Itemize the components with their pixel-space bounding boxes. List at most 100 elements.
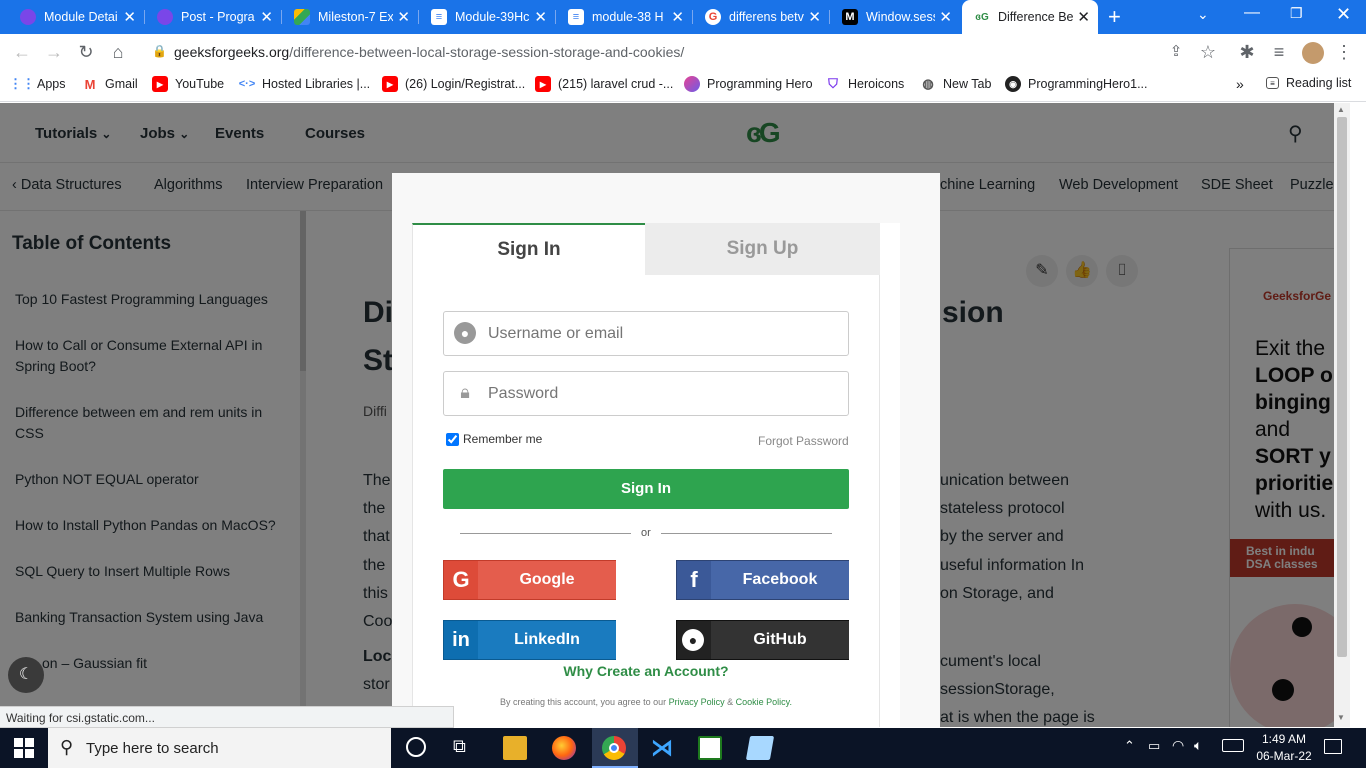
terms-text: By creating this account, you agree to o…	[500, 697, 792, 707]
extensions-icon[interactable]: ✱	[1235, 42, 1259, 62]
share-icon[interactable]: ⇪	[1164, 42, 1188, 62]
taskbar-clock[interactable]: 1:49 AM 06-Mar-22	[1252, 731, 1316, 765]
scroll-up-arrow-icon[interactable]: ▲	[1337, 105, 1345, 114]
more-bookmarks-icon[interactable]: »	[1236, 76, 1244, 92]
battery-icon[interactable]: ▭	[1148, 738, 1160, 754]
bookmark-youtube[interactable]: ▶ YouTube	[152, 76, 224, 92]
cookie-policy-link[interactable]: Cookie Policy.	[736, 697, 792, 707]
status-bar: Waiting for csi.gstatic.com...	[0, 706, 454, 728]
page-scrollbar[interactable]: ▲ ▼	[1334, 103, 1350, 727]
bookmark-star-icon[interactable]: ☆	[1196, 42, 1220, 62]
facebook-login-button[interactable]: f Facebook	[676, 560, 849, 600]
bookmark-heroicons[interactable]: ⛉ Heroicons	[825, 76, 904, 92]
media-control-icon[interactable]: ≡	[1267, 42, 1291, 62]
browser-tab[interactable]: Mileston-7 Ex ✕	[282, 0, 418, 34]
firefox-icon[interactable]	[552, 736, 576, 760]
home-icon[interactable]: ⌂	[106, 42, 130, 62]
keyboard-icon[interactable]	[1222, 739, 1244, 752]
show-hidden-icons-chevron[interactable]: ⌃	[1124, 738, 1135, 754]
tab-search-chevron-icon[interactable]: ⌄	[1197, 6, 1209, 23]
lock-icon: 🔒︎	[460, 382, 470, 402]
bookmark-login-registration[interactable]: ▶ (26) Login/Registrat...	[382, 76, 525, 92]
volume-icon[interactable]: 🔈︎	[1194, 737, 1202, 754]
bookmark-gmail[interactable]: M Gmail	[82, 76, 138, 92]
minimize-icon[interactable]: —	[1244, 4, 1260, 22]
tab-title: Module Detai	[44, 10, 118, 24]
linkedin-login-button[interactable]: in LinkedIn	[443, 620, 616, 660]
tab-title: module-38 H	[592, 10, 664, 24]
bookmark-programming-hero[interactable]: Programming Hero	[684, 76, 813, 92]
privacy-policy-link[interactable]: Privacy Policy	[669, 697, 725, 707]
new-tab-icon[interactable]: +	[1108, 4, 1121, 30]
close-tab-icon[interactable]: ✕	[123, 8, 136, 26]
username-field[interactable]: ●	[443, 311, 849, 356]
youtube-icon: ▶	[535, 76, 551, 92]
windows-start-icon[interactable]	[14, 738, 34, 758]
close-tab-icon[interactable]: ✕	[671, 8, 684, 26]
close-tab-icon[interactable]: ✕	[534, 8, 547, 26]
username-input[interactable]	[488, 320, 838, 348]
close-tab-icon[interactable]: ✕	[1077, 8, 1090, 26]
heroicons-icon: ⛉	[828, 76, 838, 91]
tab-sign-up[interactable]: Sign Up	[645, 223, 880, 275]
scroll-down-arrow-icon[interactable]: ▼	[1337, 713, 1345, 722]
url-path: /difference-between-local-storage-sessio…	[289, 44, 685, 60]
address-bar[interactable]: 🔒 geeksforgeeks.org/difference-between-l…	[140, 39, 1230, 65]
file-explorer-icon[interactable]	[503, 736, 527, 760]
why-create-account-link[interactable]: Why Create an Account?	[412, 663, 880, 679]
tab-title: differens betv	[729, 10, 804, 24]
taskbar-search-box[interactable]: ⚲ Type here to search	[48, 728, 391, 768]
dark-mode-toggle-icon[interactable]: ☾	[8, 657, 44, 693]
lock-icon: 🔒	[152, 44, 167, 58]
cortana-icon[interactable]	[406, 737, 426, 757]
url-domain: geeksforgeeks.org	[174, 44, 290, 60]
bookmark-laravel-crud[interactable]: ▶ (215) laravel crud -...	[535, 76, 673, 92]
close-tab-icon[interactable]: ✕	[939, 8, 952, 26]
notepad-icon[interactable]	[745, 736, 775, 760]
close-tab-icon[interactable]: ✕	[397, 8, 410, 26]
github-login-button[interactable]: ● GitHub	[676, 620, 849, 660]
notification-center-icon[interactable]	[1324, 739, 1342, 754]
chrome-icon[interactable]	[602, 736, 626, 760]
vscode-icon[interactable]: ⋊	[650, 736, 674, 760]
browser-tab[interactable]: G differens betv ✕	[693, 0, 829, 34]
scroll-thumb[interactable]	[1337, 117, 1347, 657]
medium-icon: M	[842, 9, 858, 25]
close-window-icon[interactable]: ✕	[1336, 4, 1351, 25]
bookmark-github[interactable]: ◉ ProgrammingHero1...	[1005, 76, 1148, 92]
back-icon[interactable]: ←	[10, 42, 34, 62]
tab-sign-in[interactable]: Sign In	[412, 223, 645, 275]
browser-tab[interactable]: Module Detai ✕	[8, 0, 144, 34]
browser-tab[interactable]: M Window.sessi ✕	[830, 0, 960, 34]
forgot-password-link[interactable]: Forgot Password	[758, 434, 849, 448]
task-view-icon[interactable]: ⧉	[453, 736, 466, 757]
remember-me-label[interactable]: Remember me	[463, 432, 542, 446]
reading-list-button[interactable]: ≡ Reading list	[1266, 76, 1351, 90]
google-drive-icon	[294, 9, 310, 25]
remember-me-checkbox[interactable]	[446, 433, 459, 446]
sign-in-button[interactable]: Sign In	[443, 469, 849, 509]
bookmark-apps[interactable]: ⋮⋮ Apps	[9, 76, 66, 92]
task-manager-icon[interactable]	[698, 736, 722, 760]
browser-tab[interactable]: ≡ Module-39Hc ✕	[419, 0, 555, 34]
profile-avatar[interactable]	[1302, 42, 1324, 64]
chrome-menu-icon[interactable]: ⋮	[1332, 42, 1356, 62]
restore-icon[interactable]: ❐	[1290, 5, 1303, 22]
google-login-button[interactable]: G Google	[443, 560, 616, 600]
github-icon: ◉	[1005, 76, 1021, 92]
browser-tab-active[interactable]: ɞG Difference Be ✕	[962, 0, 1098, 34]
forward-icon[interactable]: →	[42, 42, 66, 62]
wifi-icon[interactable]: ◠	[1172, 737, 1184, 754]
browser-tab[interactable]: Post - Progra ✕	[145, 0, 281, 34]
password-input[interactable]	[488, 380, 838, 408]
close-tab-icon[interactable]: ✕	[808, 8, 821, 26]
hosted-libraries-icon: <·>	[238, 78, 256, 90]
password-field[interactable]: 🔒︎	[443, 371, 849, 416]
bookmark-hosted-libraries[interactable]: <·> Hosted Libraries |...	[239, 76, 370, 92]
gmail-icon: M	[84, 76, 96, 92]
browser-tab[interactable]: ≡ module-38 H ✕	[556, 0, 692, 34]
bookmark-new-tab[interactable]: ◍ New Tab	[920, 76, 991, 92]
reload-icon[interactable]: ↻	[74, 42, 98, 62]
close-tab-icon[interactable]: ✕	[260, 8, 273, 26]
tab-title: Module-39Hc	[455, 10, 530, 24]
